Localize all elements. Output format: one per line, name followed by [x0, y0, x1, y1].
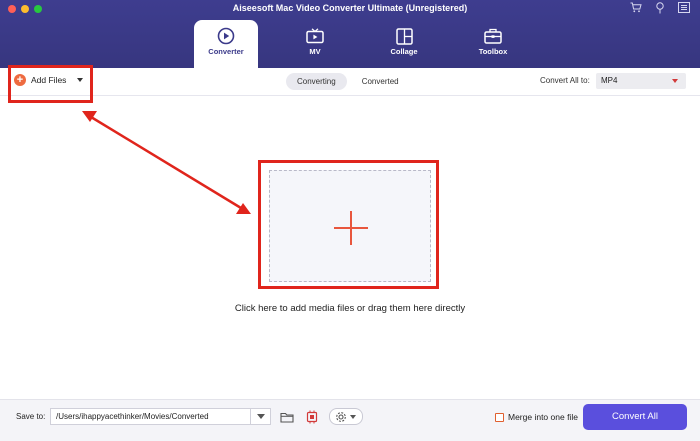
annotation-arrow — [82, 111, 251, 214]
bottom-bar: Save to: /Users/ihappyacethinker/Movies/… — [0, 399, 700, 441]
chevron-down-icon — [350, 415, 356, 419]
gear-icon — [336, 412, 346, 422]
save-path-select[interactable]: /Users/ihappyacethinker/Movies/Converted — [50, 408, 271, 425]
folder-icon[interactable] — [280, 410, 294, 424]
save-path-value: /Users/ihappyacethinker/Movies/Converted — [56, 412, 209, 421]
save-to-label: Save to: — [16, 412, 46, 421]
merge-checkbox[interactable] — [495, 412, 504, 422]
hardware-acceleration-icon[interactable] — [305, 410, 319, 424]
merge-label: Merge into one file — [508, 412, 578, 422]
chevron-down-icon[interactable] — [250, 409, 270, 424]
convert-all-button[interactable]: Convert All — [583, 404, 687, 430]
merge-into-one-file-option[interactable]: Merge into one file — [495, 412, 578, 422]
settings-dropdown-button[interactable] — [329, 408, 363, 425]
